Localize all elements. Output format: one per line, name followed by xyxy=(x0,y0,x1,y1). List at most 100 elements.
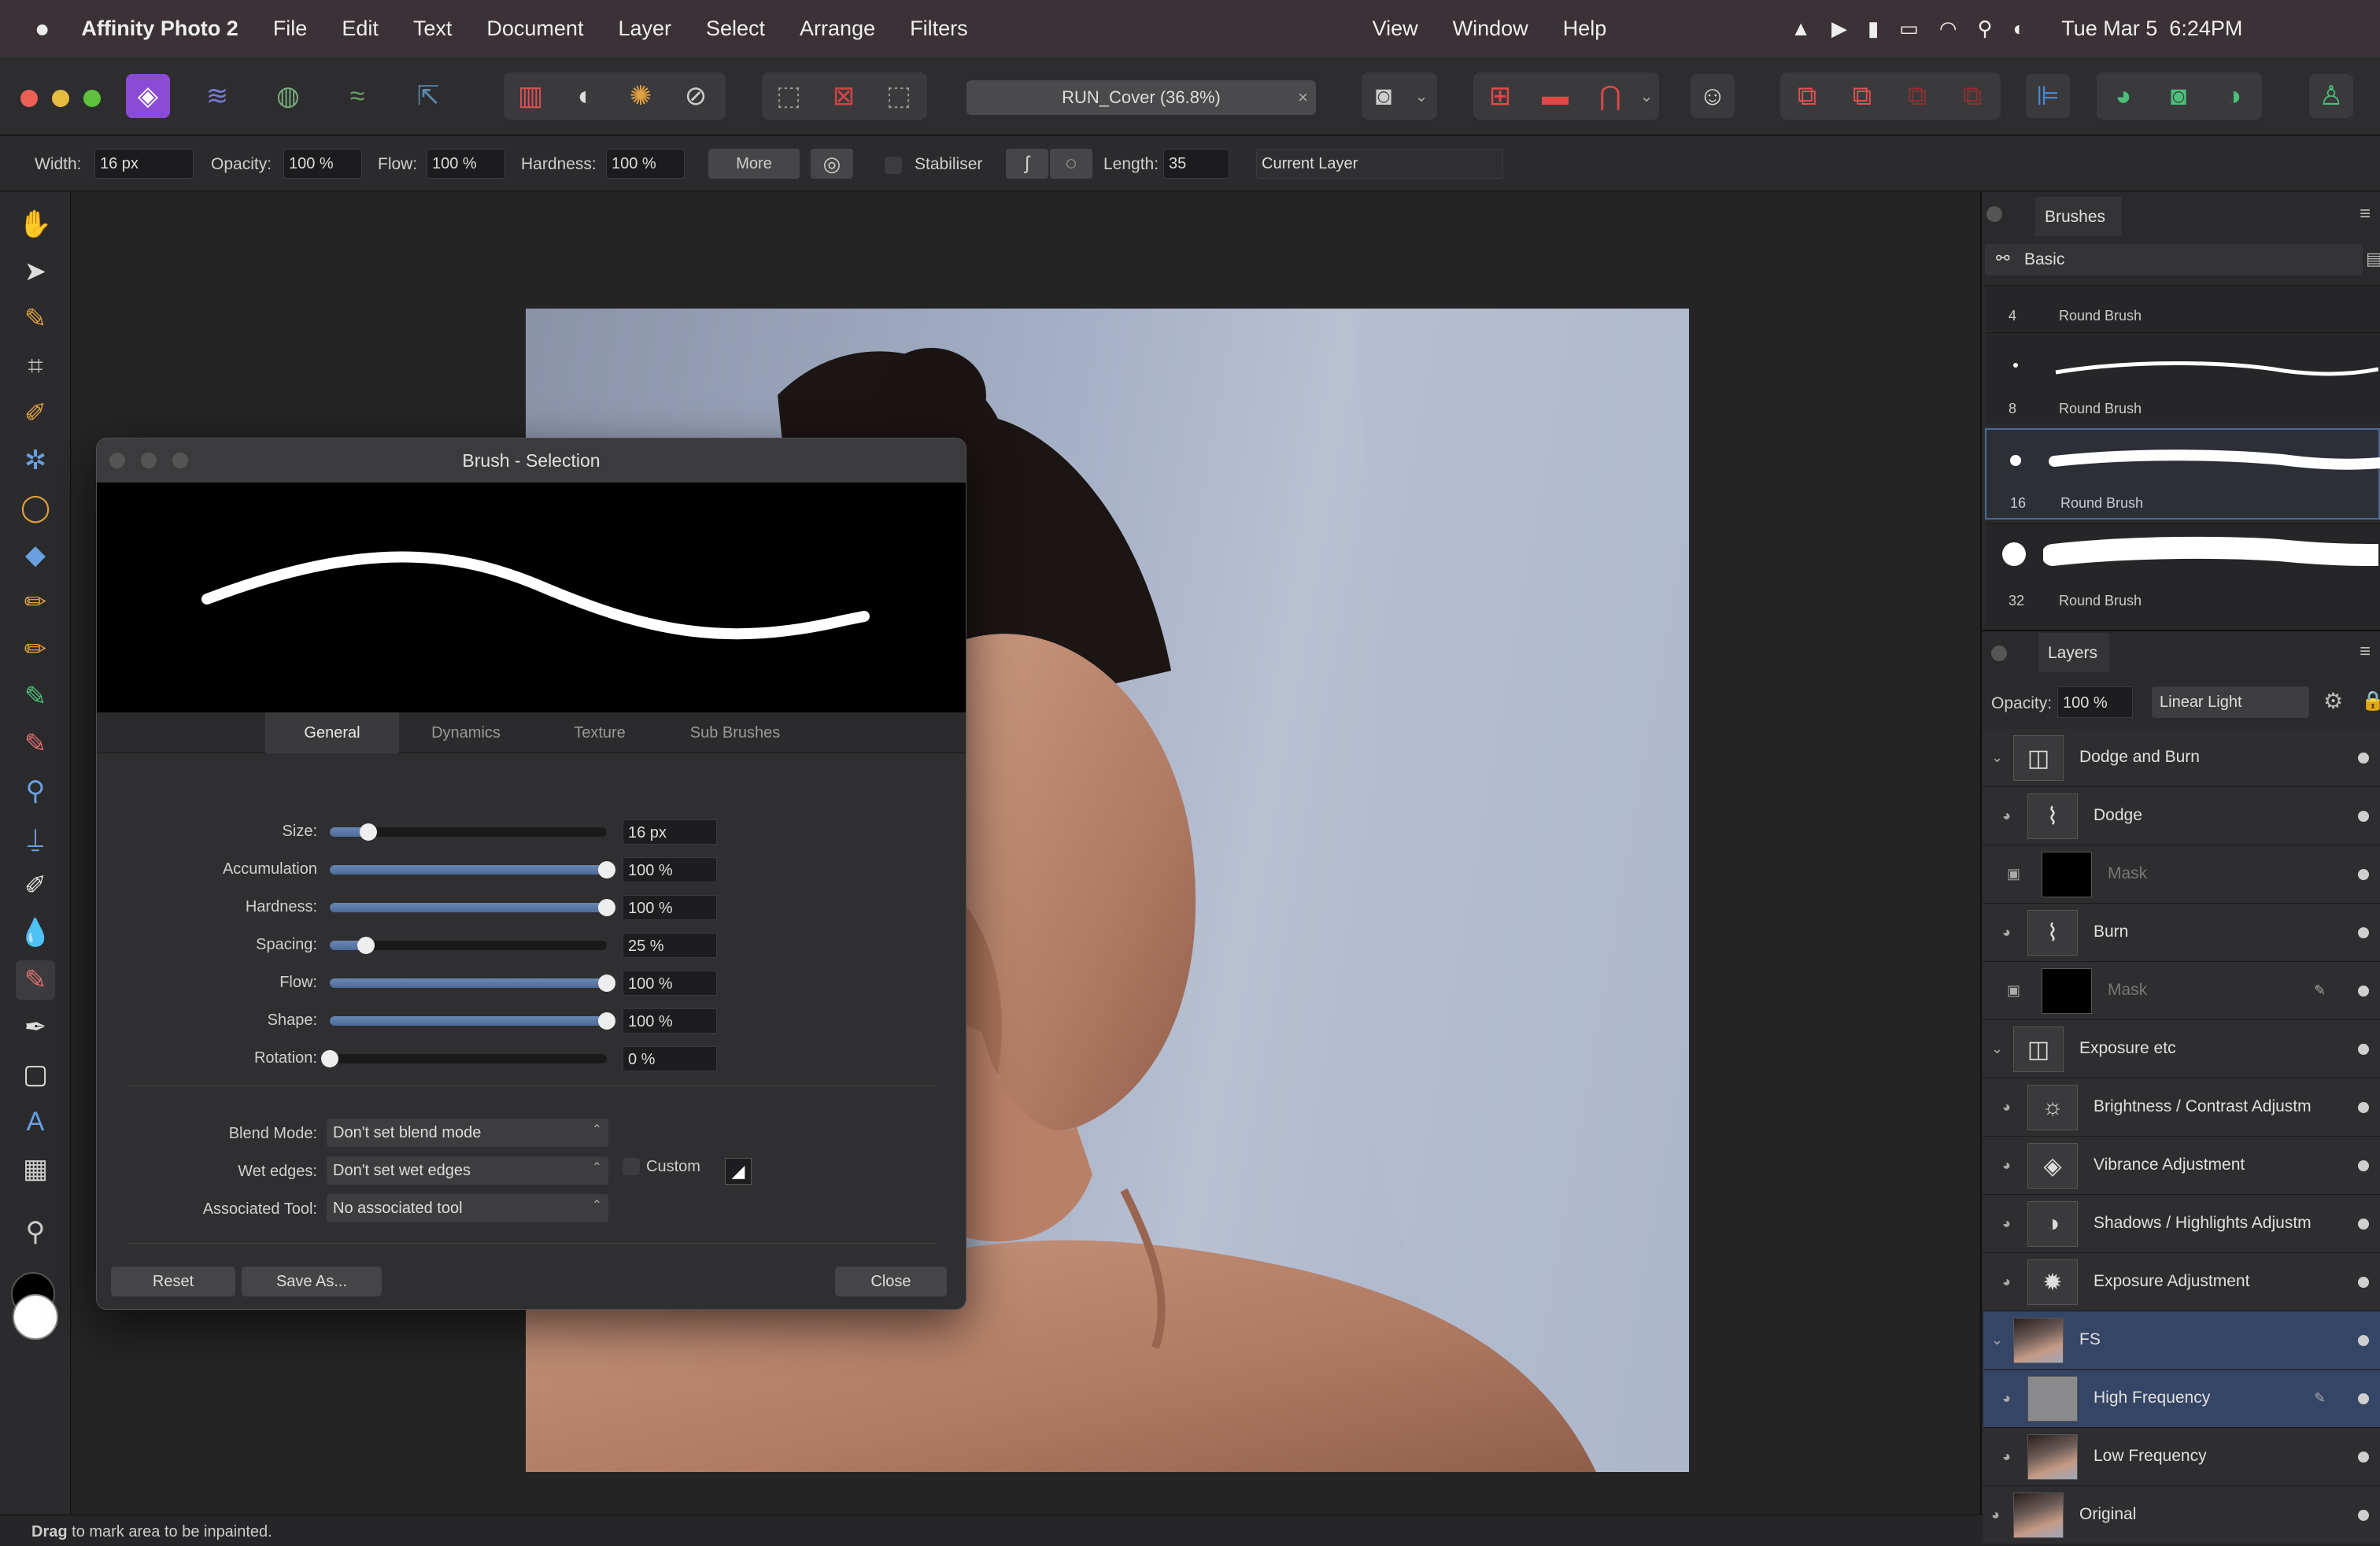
mask-link-icon[interactable]: ▣ xyxy=(2007,982,2020,999)
menu-layer[interactable]: Layer xyxy=(618,17,671,41)
select-all-icon[interactable]: ⬚ xyxy=(767,74,811,118)
layer-visibility-toggle-icon[interactable]: ◕ xyxy=(2002,1157,2011,1174)
photo-persona-icon[interactable]: ◈ xyxy=(126,74,170,118)
move-forward-icon[interactable]: ⧉ xyxy=(1895,74,1939,118)
brushes-panel-close-icon[interactable] xyxy=(1986,206,2002,222)
close-document-icon[interactable]: × xyxy=(1298,87,1308,108)
layer-visibility-toggle-icon[interactable]: ◕ xyxy=(2002,808,2011,824)
layer-visibility-toggle-icon[interactable]: ◕ xyxy=(2002,924,2011,941)
custom-checkbox[interactable] xyxy=(623,1158,640,1175)
layer-active-dot[interactable] xyxy=(2358,927,2369,938)
crop-tool-icon[interactable]: ⌗ xyxy=(16,346,55,386)
window-close-icon[interactable] xyxy=(20,90,38,107)
layer-visibility-toggle-icon[interactable]: ◕ xyxy=(1991,1507,2000,1523)
layer-settings-gear-icon[interactable]: ⚙ xyxy=(2323,688,2343,714)
layer-active-dot[interactable] xyxy=(2358,1160,2369,1171)
layer-active-dot[interactable] xyxy=(2358,1102,2369,1113)
tab-texture[interactable]: Texture xyxy=(533,712,667,753)
layers-panel-close-icon[interactable] xyxy=(1991,645,2007,661)
layer-active-dot[interactable] xyxy=(2358,1510,2369,1521)
layer-row[interactable]: ⌄ ◫ Dodge and Burn xyxy=(1983,729,2380,787)
menu-document[interactable]: Document xyxy=(486,17,583,41)
add-shape-icon[interactable]: ◕ xyxy=(2101,74,2145,118)
opacity-field[interactable]: 100 % xyxy=(283,149,362,179)
snapping-icon[interactable]: ⊞ xyxy=(1478,74,1522,118)
paint-brush-icon[interactable]: ✏ xyxy=(16,583,55,622)
layer-visibility-toggle-icon[interactable]: ◕ xyxy=(2002,1448,2011,1465)
layer-row[interactable]: ⌄ FS xyxy=(1983,1311,2380,1370)
tab-sub-brushes[interactable]: Sub Brushes xyxy=(667,712,804,753)
rectangle-tool-icon[interactable]: ▢ xyxy=(16,1055,55,1094)
layer-active-dot[interactable] xyxy=(2358,1452,2369,1463)
brush-item-4[interactable]: 4 Round Brush xyxy=(1985,285,2380,331)
layer-opacity-field[interactable]: 100 % xyxy=(2057,686,2133,718)
layer-active-dot[interactable] xyxy=(2358,869,2369,880)
layer-row[interactable]: ◕ ◈ Vibrance Adjustment xyxy=(1983,1137,2380,1195)
setting-slider[interactable] xyxy=(330,899,615,916)
slider-knob[interactable] xyxy=(321,1050,338,1067)
associated-tool-select[interactable]: No associated tool xyxy=(327,1194,608,1222)
force-pressure-icon[interactable]: ◎ xyxy=(811,149,853,179)
setting-value-field[interactable]: 0 % xyxy=(623,1046,717,1071)
layer-row[interactable]: ◕ High Frequency ✎ xyxy=(1983,1370,2380,1428)
layer-visibility-toggle-icon[interactable]: ◕ xyxy=(2002,1274,2011,1290)
slider-knob[interactable] xyxy=(598,1012,615,1030)
window-mode-icon[interactable]: ◌ xyxy=(1050,149,1092,179)
brush-item-8[interactable]: 8 Round Brush xyxy=(1985,332,2380,423)
layer-row[interactable]: ⌄ ◫ Exposure etc xyxy=(1983,1020,2380,1078)
slider-knob[interactable] xyxy=(360,823,378,841)
smudge-tool-icon[interactable]: ✐ xyxy=(16,866,55,905)
pixel-tool-icon[interactable]: ✏ xyxy=(16,630,55,669)
expand-chevron-icon[interactable]: ⌄ xyxy=(1991,749,2003,766)
menu-help[interactable]: Help xyxy=(1563,17,1607,41)
length-field[interactable]: 35 xyxy=(1163,149,1229,179)
mask-link-icon[interactable]: ▣ xyxy=(2007,866,2020,882)
brush-list-view-icon[interactable]: ▤ xyxy=(2366,249,2380,269)
layer-row[interactable]: ▣ Mask ✎ xyxy=(1983,962,2380,1020)
setting-value-field[interactable]: 100 % xyxy=(623,857,717,882)
menubar-clock[interactable]: Tue Mar 5 6:24PM xyxy=(2061,17,2242,41)
more-button[interactable]: More xyxy=(708,149,800,179)
menu-select[interactable]: Select xyxy=(706,17,765,41)
slider-knob[interactable] xyxy=(598,861,615,878)
tone-mapping-persona-icon[interactable]: ≈ xyxy=(335,74,379,118)
snapping-dropdown-icon[interactable]: ⌄ xyxy=(1634,74,1659,118)
save-as-button[interactable]: Save As... xyxy=(242,1267,382,1296)
setting-slider[interactable] xyxy=(330,975,615,992)
setting-slider[interactable] xyxy=(321,1050,607,1067)
dialog-zoom-icon[interactable] xyxy=(172,453,188,468)
pen-tool-icon[interactable]: ✒ xyxy=(16,1008,55,1047)
setting-value-field[interactable]: 25 % xyxy=(623,933,717,958)
quick-mask-icon[interactable]: ◙ xyxy=(1362,74,1406,118)
apple-icon[interactable]: ● xyxy=(35,14,50,43)
layer-row[interactable]: ◕ ⌇ Burn xyxy=(1983,904,2380,962)
app-name-menu[interactable]: Affinity Photo 2 xyxy=(81,17,238,41)
move-to-front-icon[interactable]: ⧉ xyxy=(1950,74,1994,118)
layer-row[interactable]: ◕ Low Frequency xyxy=(1983,1428,2380,1486)
layer-active-dot[interactable] xyxy=(2358,1393,2369,1404)
setting-slider[interactable] xyxy=(330,1012,615,1030)
mesh-warp-icon[interactable]: ▦ xyxy=(16,1149,55,1189)
layer-active-dot[interactable] xyxy=(2358,1277,2369,1288)
clone-tool-icon[interactable]: ⍊ xyxy=(16,819,55,858)
flow-field[interactable]: 100 % xyxy=(427,149,505,179)
brush-category-select[interactable]: ⚯ Basic xyxy=(1985,244,2363,276)
reset-button[interactable]: Reset xyxy=(111,1267,235,1296)
deselect-icon[interactable]: ⊠ xyxy=(822,74,866,118)
primary-color-swatch[interactable] xyxy=(13,1294,58,1340)
color-picker-icon[interactable]: ✎ xyxy=(16,299,55,338)
width-field[interactable]: 16 px xyxy=(94,149,194,179)
erase-brush-icon[interactable]: ✎ xyxy=(16,724,55,764)
histogram-icon[interactable]: ▥ xyxy=(508,74,552,118)
setting-slider[interactable] xyxy=(330,937,607,954)
window-minimize-icon[interactable] xyxy=(52,90,69,107)
layer-visibility-toggle-icon[interactable]: ◕ xyxy=(2002,1099,2011,1115)
expand-chevron-icon[interactable]: ⌄ xyxy=(1991,1332,2003,1348)
freehand-select-icon[interactable]: ◯ xyxy=(16,488,55,527)
setting-slider[interactable] xyxy=(330,823,607,841)
hardness-field[interactable]: 100 % xyxy=(606,149,685,179)
layer-row[interactable]: ▣ Mask xyxy=(1983,845,2380,904)
magnet-icon[interactable]: ⋂ xyxy=(1588,74,1632,118)
move-back-icon[interactable]: ⧉ xyxy=(1840,74,1884,118)
menu-text[interactable]: Text xyxy=(413,17,453,41)
